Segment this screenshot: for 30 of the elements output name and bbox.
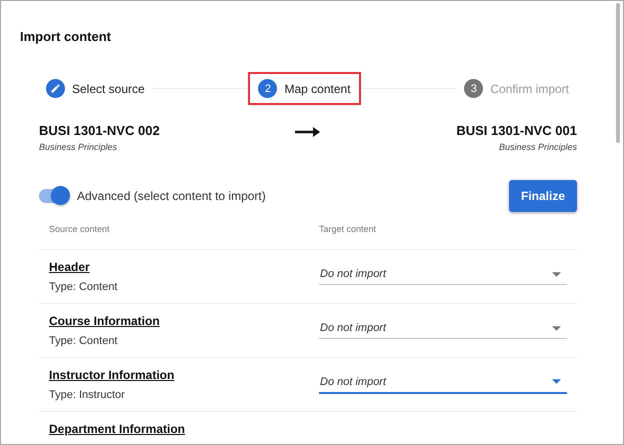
content-type: Type: Content <box>49 335 118 347</box>
finalize-button[interactable]: Finalize <box>508 180 577 212</box>
content-link[interactable]: Course Information <box>49 314 319 328</box>
stepper-step[interactable]: 2 Map content <box>250 74 359 103</box>
content-link[interactable]: Instructor Information <box>49 368 319 382</box>
column-header: Target content <box>319 224 378 234</box>
target-select[interactable]: Do not import <box>319 322 567 339</box>
target-select[interactable]: Do not import <box>319 376 567 394</box>
source-course-code: BUSI 1301-NVC 002 <box>39 123 160 138</box>
caret-icon <box>552 272 561 276</box>
dialog-title: Import content <box>20 29 112 44</box>
source-course-name: Business Principles <box>39 142 118 152</box>
toggle-label: Advanced (select content to import) <box>77 189 266 203</box>
stepper-step[interactable]: 3 Confirm import <box>456 74 577 103</box>
step-number: 3 <box>464 79 484 98</box>
pencil-icon <box>46 79 65 98</box>
target-course-name: Business Principles <box>498 142 577 152</box>
target-course-code: BUSI 1301-NVC 001 <box>456 123 577 138</box>
content-type: Type: Instructor <box>49 389 126 401</box>
content-link[interactable]: Department Information <box>49 422 319 436</box>
caret-icon <box>552 379 561 384</box>
stepper-step[interactable]: Select source <box>38 74 153 103</box>
column-header: Source content <box>49 224 111 234</box>
arrow-icon <box>295 126 321 138</box>
target-select[interactable]: Do not import <box>319 268 567 285</box>
content-type: Type: Content <box>49 281 118 293</box>
step-number: 2 <box>258 79 278 98</box>
advanced-toggle[interactable] <box>39 189 69 203</box>
caret-icon <box>552 326 561 330</box>
content-link[interactable]: Header <box>49 260 319 274</box>
